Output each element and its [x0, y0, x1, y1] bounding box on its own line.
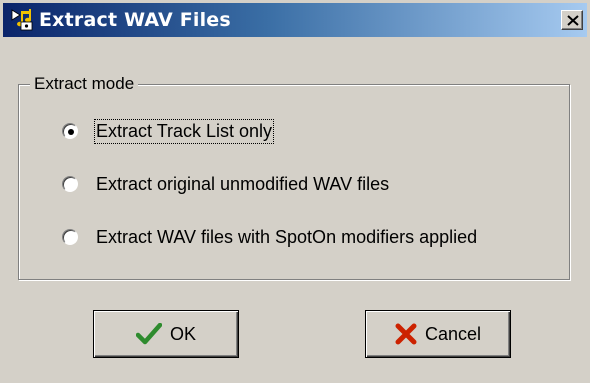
radio-selected-dot — [68, 129, 74, 135]
checkmark-icon — [135, 323, 162, 345]
groupbox-label: Extract mode — [30, 74, 139, 94]
radio-label[interactable]: Extract WAV files with SpotOn modifiers … — [96, 227, 477, 248]
radio-label[interactable]: Extract Track List only — [93, 119, 275, 144]
title-bar[interactable]: Extract WAV Files — [3, 3, 587, 37]
music-note-icon — [11, 9, 35, 31]
red-x-icon — [395, 323, 417, 345]
radio-button[interactable] — [62, 123, 78, 139]
radio-label[interactable]: Extract original unmodified WAV files — [96, 174, 389, 195]
ok-label: OK — [169, 323, 196, 344]
radio-button[interactable] — [62, 229, 78, 245]
ok-button[interactable]: OK — [93, 310, 239, 358]
radio-button[interactable] — [62, 176, 78, 192]
dialog-window: Extract WAV Files Extract mode Extract T… — [0, 0, 590, 383]
close-button[interactable] — [561, 10, 583, 30]
cancel-label: Cancel — [424, 323, 482, 344]
cancel-button[interactable]: Cancel — [365, 310, 511, 358]
close-icon — [567, 15, 579, 26]
window-title: Extract WAV Files — [39, 9, 231, 31]
